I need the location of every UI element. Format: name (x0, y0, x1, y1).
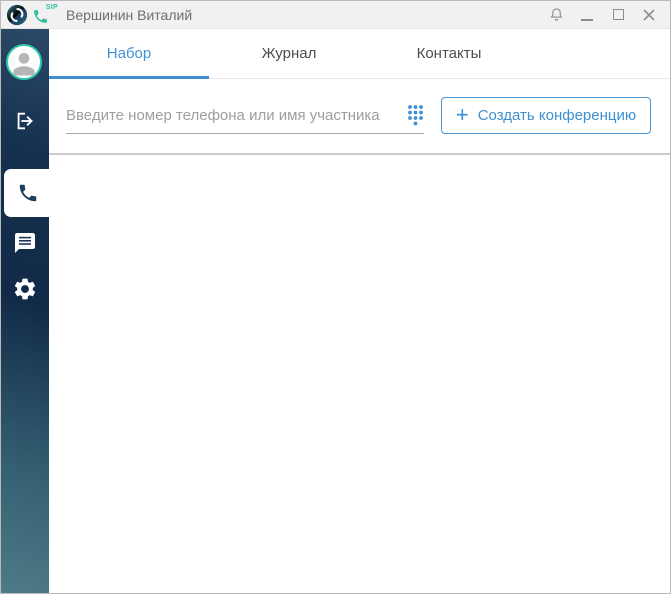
sidebar-item-dialer[interactable] (4, 169, 51, 217)
minimize-icon[interactable] (576, 4, 598, 26)
app-window: SIP Вершинин Виталий Набор Журнал Контак… (0, 0, 671, 594)
tab-contacts[interactable]: Контакты (369, 29, 529, 78)
dial-content-empty (49, 155, 670, 593)
phone-icon (19, 184, 36, 202)
main-panel: Набор Журнал Контакты + Создать конфер (49, 29, 670, 593)
plus-icon: + (455, 101, 469, 127)
toolbar: + Создать конференцию (49, 79, 670, 153)
search-input[interactable] (66, 106, 403, 124)
titlebar: SIP Вершинин Виталий (1, 1, 670, 29)
sip-phone-icon: SIP (32, 4, 58, 26)
sip-badge: SIP (45, 3, 58, 11)
maximize-icon[interactable] (607, 4, 629, 26)
tab-dial[interactable]: Набор (49, 29, 209, 79)
tab-journal[interactable]: Журнал (209, 29, 369, 78)
window-controls (545, 4, 660, 26)
bell-icon[interactable] (545, 4, 567, 26)
create-conference-button[interactable]: + Создать конференцию (441, 97, 651, 134)
user-avatar[interactable] (6, 44, 42, 80)
window-title: Вершинин Виталий (66, 6, 193, 23)
chat-icon (15, 233, 35, 253)
create-conference-label: Создать конференцию (477, 107, 637, 124)
logout-icon[interactable] (1, 101, 49, 141)
close-icon[interactable] (638, 4, 660, 26)
search-field (66, 97, 424, 134)
dialpad-icon[interactable] (407, 104, 424, 126)
sidebar-item-chats[interactable] (1, 223, 49, 263)
sidebar-item-settings[interactable] (1, 269, 49, 309)
gear-icon (14, 278, 36, 300)
app-logo-icon (6, 4, 28, 25)
tabbar: Набор Журнал Контакты (49, 29, 670, 79)
sidebar (1, 29, 51, 593)
